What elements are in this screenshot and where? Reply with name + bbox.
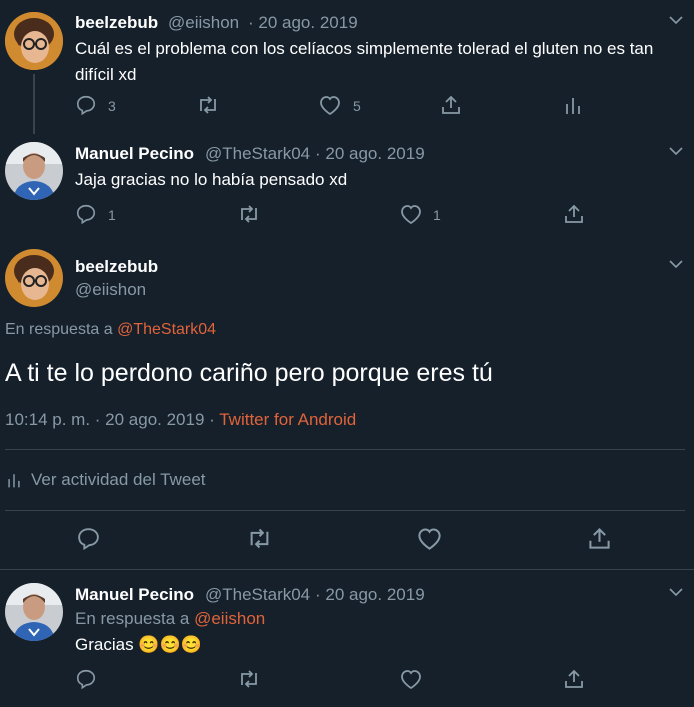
- tweet-meta: 10:14 p. m. · 20 ago. 2019 · Twitter for…: [5, 410, 356, 430]
- chevron-down-icon[interactable]: [668, 12, 684, 33]
- like-icon[interactable]: [399, 668, 423, 690]
- tweet-text-body: Gracias: [75, 635, 134, 654]
- view-activity-label: Ver actividad del Tweet: [31, 470, 206, 489]
- like-count: 1: [433, 207, 441, 223]
- share-icon[interactable]: [563, 668, 585, 690]
- reply-to-link[interactable]: @eiishon: [194, 609, 265, 628]
- tweet-text: Jaja gracias no lo había pensado xd: [75, 170, 348, 189]
- view-activity-link[interactable]: Ver actividad del Tweet: [5, 470, 206, 490]
- tweet-date[interactable]: · 20 ago. 2019: [315, 585, 425, 605]
- reply-prefix: En respuesta a: [75, 609, 190, 628]
- analytics-icon[interactable]: [562, 94, 584, 116]
- tweet-text: Gracias 😊😊😊: [75, 632, 202, 658]
- chevron-down-icon[interactable]: [668, 143, 684, 164]
- reply-count: 1: [108, 207, 116, 223]
- like-icon[interactable]: [399, 203, 423, 225]
- reply-icon[interactable]: [76, 526, 101, 551]
- reply-to-link[interactable]: @TheStark04: [117, 321, 216, 338]
- author-name[interactable]: beelzebub: [75, 257, 158, 277]
- like-icon[interactable]: [318, 94, 342, 116]
- retweet-icon[interactable]: [196, 94, 220, 116]
- like-count: 5: [353, 98, 361, 114]
- tweet-timestamp[interactable]: 10:14 p. m. · 20 ago. 2019 ·: [5, 410, 215, 429]
- author-handle[interactable]: @eiishon: [75, 280, 146, 300]
- reply-prefix: En respuesta a: [5, 321, 113, 338]
- author-name[interactable]: beelzebub: [75, 13, 158, 33]
- avatar[interactable]: [5, 583, 63, 641]
- tweet-text: Cuál es el problema con los celíacos sim…: [75, 39, 654, 84]
- retweet-icon[interactable]: [237, 668, 261, 690]
- share-icon[interactable]: [440, 94, 462, 116]
- author-handle[interactable]: @eiishon: [168, 13, 239, 33]
- avatar[interactable]: [5, 249, 63, 307]
- author-name[interactable]: Manuel Pecino: [75, 585, 194, 605]
- tweet-source-link[interactable]: Twitter for Android: [219, 410, 356, 429]
- avatar[interactable]: [5, 12, 63, 70]
- avatar[interactable]: [5, 142, 63, 200]
- author-handle[interactable]: @TheStark04: [205, 585, 310, 605]
- share-icon[interactable]: [587, 526, 612, 551]
- reply-icon[interactable]: [75, 668, 97, 690]
- like-icon[interactable]: [416, 526, 443, 551]
- share-icon[interactable]: [563, 203, 585, 225]
- author-handle[interactable]: @TheStark04: [205, 144, 310, 164]
- analytics-icon: [5, 471, 23, 489]
- reply-count: 3: [108, 98, 116, 114]
- reply-context: En respuesta a @eiishon: [75, 609, 265, 629]
- retweet-icon[interactable]: [237, 203, 261, 225]
- main-tweet-text: A ti te lo perdono cariño pero porque er…: [5, 359, 493, 387]
- divider: [0, 569, 694, 570]
- emoji-smile-icons: 😊😊😊: [138, 635, 202, 654]
- divider: [5, 510, 685, 511]
- chevron-down-icon[interactable]: [668, 256, 684, 277]
- retweet-icon[interactable]: [246, 526, 273, 551]
- reply-icon[interactable]: [75, 203, 97, 225]
- chevron-down-icon[interactable]: [668, 584, 684, 605]
- tweet-date[interactable]: · 20 ago. 2019: [248, 13, 358, 33]
- reply-icon[interactable]: [75, 94, 97, 116]
- reply-context: En respuesta a @TheStark04: [5, 321, 216, 339]
- author-name[interactable]: Manuel Pecino: [75, 144, 194, 164]
- divider: [5, 449, 685, 450]
- tweet-date[interactable]: · 20 ago. 2019: [315, 144, 425, 164]
- thread-line: [33, 74, 35, 134]
